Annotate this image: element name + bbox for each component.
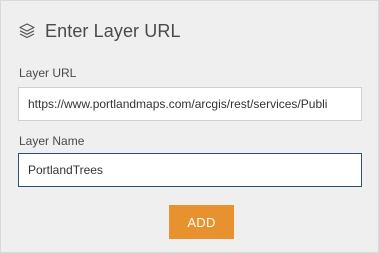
add-button[interactable]: ADD bbox=[169, 205, 234, 239]
layers-icon bbox=[17, 21, 37, 41]
panel-header: Enter Layer URL bbox=[17, 17, 181, 45]
add-layer-panel: Enter Layer URL Layer URL Layer Name ADD bbox=[0, 0, 379, 253]
layer-name-label: Layer Name bbox=[19, 134, 85, 148]
layer-name-input[interactable] bbox=[18, 153, 362, 187]
layer-url-input[interactable] bbox=[18, 87, 362, 121]
layer-url-label: Layer URL bbox=[19, 66, 77, 80]
panel-title: Enter Layer URL bbox=[45, 20, 181, 41]
